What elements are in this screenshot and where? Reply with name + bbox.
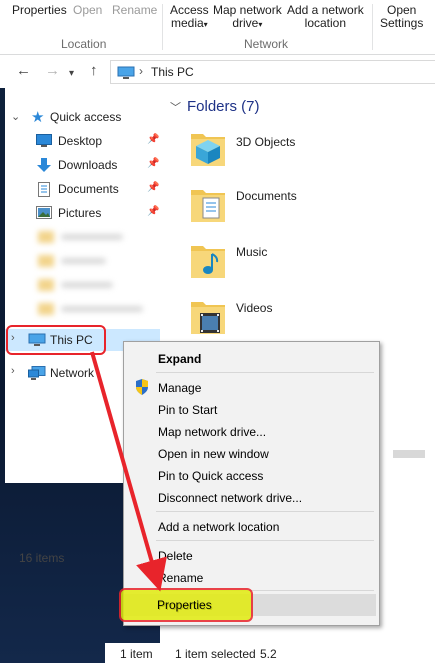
address-bar[interactable]: › This PC — [110, 60, 435, 84]
collapsed-chevron-icon[interactable]: › — [11, 365, 15, 377]
menu-item-manage[interactable]: Manage — [158, 381, 201, 395]
ribbon-open-button[interactable]: Open — [73, 4, 102, 17]
navigation-bar: ← → ▾ ↑ › This PC — [0, 55, 435, 88]
ribbon-rename-button[interactable]: Rename — [112, 4, 157, 17]
menu-separator — [156, 511, 374, 512]
status-size: 5.2 — [260, 647, 277, 661]
3d-objects-folder-icon[interactable] — [190, 128, 226, 168]
item-count-status: 16 items — [19, 551, 65, 565]
document-icon — [38, 182, 50, 200]
location-group-label: Location — [61, 37, 107, 51]
menu-item-open-new-window[interactable]: Open in new window — [158, 447, 269, 461]
sidebar-item-label: Network — [50, 366, 95, 380]
music-folder-icon[interactable] — [190, 240, 226, 280]
context-menu: Expand Manage Pin to Start Map network d… — [123, 341, 380, 626]
dropdown-caret-icon: ▾ — [203, 20, 208, 29]
network-group-label: Network — [244, 37, 289, 51]
forward-arrow-icon[interactable]: → — [45, 63, 60, 78]
documents-folder-icon[interactable] — [190, 184, 226, 224]
menu-item-add-network-location[interactable]: Add a network location — [158, 520, 279, 534]
add-network-label-2: location — [304, 16, 347, 30]
blurred-pinned-folder[interactable] — [35, 227, 159, 248]
status-item-count: 1 item — [120, 647, 153, 661]
desktop-icon — [36, 134, 52, 150]
properties-callout-label: Properties — [157, 598, 212, 612]
expanded-chevron-icon[interactable]: ⌄ — [11, 110, 20, 123]
sidebar-item-quick-access[interactable]: ⌄ ★ Quick access — [5, 106, 160, 128]
menu-item-map-network-drive[interactable]: Map network drive... — [158, 425, 266, 439]
sidebar-item-documents[interactable]: Documents 📌 — [5, 178, 160, 200]
star-icon: ★ — [31, 109, 45, 126]
videos-folder-icon[interactable] — [190, 296, 226, 336]
folders-section-title: Folders (7) — [187, 98, 260, 115]
up-arrow-icon[interactable]: ↑ — [90, 63, 98, 78]
this-pc-callout-box — [6, 325, 106, 355]
pictures-icon — [36, 206, 52, 222]
pin-icon[interactable]: 📌 — [147, 182, 159, 193]
ribbon-properties-button[interactable]: Properties — [12, 4, 67, 17]
pin-icon[interactable]: 📌 — [147, 206, 159, 217]
map-network-label-2: drive — [232, 16, 259, 30]
folder-name[interactable]: 3D Objects — [236, 135, 295, 149]
map-network-drive-button[interactable]: Map network drive▾ — [213, 4, 282, 31]
recent-locations-chevron-icon[interactable]: ▾ — [69, 66, 74, 81]
ribbon-divider — [372, 4, 373, 50]
blurred-pinned-folder[interactable] — [35, 299, 159, 320]
status-bar: 1 item 1 item selected 5.2 — [105, 643, 435, 663]
folders-section-header[interactable]: ﹀ Folders (7) — [170, 98, 260, 115]
expanded-chevron-icon: ﹀ — [170, 102, 181, 114]
status-selected: 1 item selected — [175, 647, 256, 661]
this-pc-icon — [117, 66, 135, 83]
access-media-button[interactable]: Access media▾ — [170, 4, 209, 31]
dropdown-caret-icon: ▾ — [258, 20, 263, 29]
sidebar-item-label: Desktop — [58, 134, 103, 148]
folder-name[interactable]: Documents — [236, 189, 297, 203]
ribbon: Properties Open Rename Location Access m… — [0, 0, 435, 55]
menu-item-disconnect-network-drive[interactable]: Disconnect network drive... — [158, 491, 302, 505]
pin-icon[interactable]: 📌 — [147, 158, 159, 169]
sidebar-item-label: Downloads — [58, 158, 118, 172]
download-arrow-icon — [37, 158, 51, 176]
menu-item-pin-quick-access[interactable]: Pin to Quick access — [158, 469, 263, 483]
folder-name[interactable]: Music — [236, 245, 267, 259]
open-settings-label-2: Settings — [380, 16, 424, 30]
access-media-label-2: media — [170, 16, 204, 30]
sidebar-item-downloads[interactable]: Downloads 📌 — [5, 154, 160, 176]
partially-hidden-progress-bar — [393, 450, 425, 458]
breadcrumb-separator-icon: › — [139, 64, 143, 78]
sidebar-item-label: Quick access — [50, 110, 122, 124]
ribbon-divider — [162, 4, 163, 50]
pin-icon[interactable]: 📌 — [147, 134, 159, 145]
network-icon — [28, 366, 46, 384]
sidebar-item-pictures[interactable]: Pictures 📌 — [5, 202, 160, 224]
back-arrow-icon[interactable]: ← — [16, 63, 31, 78]
menu-item-rename[interactable]: Rename — [158, 571, 203, 585]
breadcrumb-this-pc[interactable]: This PC — [151, 65, 194, 79]
blurred-pinned-folder[interactable] — [35, 275, 159, 296]
admin-shield-icon — [135, 379, 149, 398]
add-network-location-button[interactable]: Add a network location — [287, 4, 364, 30]
menu-separator — [156, 540, 374, 541]
menu-item-pin-to-start[interactable]: Pin to Start — [158, 403, 217, 417]
sidebar-item-label: Documents — [58, 182, 119, 196]
open-settings-button[interactable]: Open Settings — [380, 4, 423, 30]
sidebar-item-desktop[interactable]: Desktop 📌 — [5, 130, 160, 152]
folder-name[interactable]: Videos — [236, 301, 272, 315]
blurred-pinned-folder[interactable] — [35, 251, 159, 272]
menu-item-expand[interactable]: Expand — [158, 352, 201, 366]
menu-separator — [156, 372, 374, 373]
sidebar-item-label: Pictures — [58, 206, 102, 220]
menu-item-delete[interactable]: Delete — [158, 549, 193, 563]
